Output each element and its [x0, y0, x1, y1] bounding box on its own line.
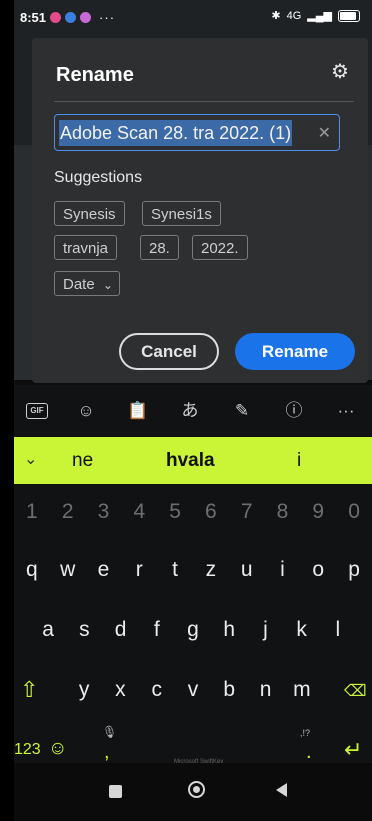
word-suggestion[interactable]: i [297, 450, 301, 472]
back-icon[interactable] [276, 783, 287, 797]
enter-icon[interactable]: ↵ [344, 737, 362, 763]
chevron-down-icon: ⌄ [102, 278, 113, 292]
num-toggle-key[interactable]: 123 [14, 741, 41, 759]
key[interactable]: z [196, 558, 226, 582]
key[interactable]: l [323, 618, 353, 642]
clipboard-icon[interactable]: 📋 [124, 397, 152, 425]
key[interactable]: u [232, 558, 262, 582]
key[interactable]: 1 [17, 500, 47, 524]
navigation-bar [14, 763, 372, 821]
rename-button[interactable]: Rename [235, 333, 355, 370]
period-key[interactable]: . [306, 741, 312, 764]
dialog-title: Rename [56, 64, 134, 86]
suggestions-label: Suggestions [54, 169, 143, 186]
home-icon[interactable] [188, 781, 205, 798]
word-suggestion-main[interactable]: hvala [166, 450, 215, 472]
key[interactable]: d [106, 618, 136, 642]
gif-icon[interactable]: GIF [26, 403, 48, 419]
collapse-icon[interactable]: ⌄ [24, 449, 37, 469]
key[interactable]: 8 [267, 500, 297, 524]
notification-icon-1 [50, 11, 62, 23]
key[interactable]: g [178, 618, 208, 642]
suggestion-chip[interactable]: travnja [54, 235, 118, 260]
keyboard: GIF ☺ 📋 あ ✎ ⓘ ··· ⌄ ne hvala i 1 2 3 4 5… [14, 385, 372, 821]
key[interactable]: r [124, 558, 154, 582]
key[interactable]: c [142, 678, 172, 702]
sticker-icon[interactable]: ☺ [72, 397, 100, 425]
suggestion-chip[interactable]: 2022. [192, 235, 248, 260]
key[interactable]: 5 [160, 500, 190, 524]
key[interactable]: p [339, 558, 369, 582]
key[interactable]: 6 [196, 500, 226, 524]
key[interactable]: 4 [124, 500, 154, 524]
key[interactable]: i [267, 558, 297, 582]
pen-icon[interactable]: ✎ [228, 397, 256, 425]
battery-icon [338, 9, 360, 22]
number-row: 1 2 3 4 5 6 7 8 9 0 [14, 500, 372, 524]
suggestion-chip[interactable]: Synesis [54, 201, 125, 226]
key[interactable]: 3 [88, 500, 118, 524]
shift-icon[interactable]: ⇧ [20, 677, 38, 703]
more-notifications: ··· [99, 9, 116, 25]
key[interactable]: j [250, 618, 280, 642]
keyboard-toolbar: GIF ☺ 📋 あ ✎ ⓘ ··· [14, 385, 372, 437]
status-bar: 8:51 ··· ✱ 4G ▂▄▆ [14, 0, 372, 34]
key[interactable]: t [160, 558, 190, 582]
key[interactable]: o [303, 558, 333, 582]
mic-icon[interactable]: 🎙 [102, 725, 117, 739]
date-dropdown-label: Date [63, 276, 95, 293]
key[interactable]: 7 [232, 500, 262, 524]
date-dropdown[interactable]: Date ⌄ [54, 271, 120, 296]
suggestion-chip[interactable]: Synesi1s [142, 201, 221, 226]
suggestion-chip[interactable]: 28. [140, 235, 179, 260]
key[interactable]: a [33, 618, 63, 642]
key[interactable]: x [105, 678, 135, 702]
more-icon[interactable]: ··· [332, 397, 360, 425]
key[interactable]: h [214, 618, 244, 642]
network-label: 4G [286, 9, 302, 22]
key[interactable]: v [178, 678, 208, 702]
key[interactable]: k [287, 618, 317, 642]
key[interactable]: s [69, 618, 99, 642]
letter-row-3: y x c v b n m [66, 678, 320, 702]
key[interactable]: b [214, 678, 244, 702]
emoji-icon[interactable]: ☺ [48, 738, 67, 760]
rename-dialog: Rename ⚙ Adobe Scan 28. tra 2022. (1) ✕ … [32, 38, 368, 383]
info-icon[interactable]: ⓘ [280, 397, 308, 425]
notification-icon-2 [65, 11, 77, 23]
key[interactable]: w [53, 558, 83, 582]
key[interactable]: q [17, 558, 47, 582]
status-time: 8:51 [20, 9, 47, 25]
key[interactable]: 0 [339, 500, 369, 524]
key[interactable]: y [69, 678, 99, 702]
key[interactable]: m [287, 678, 317, 702]
status-right: ✱ 4G ▂▄▆ [271, 9, 360, 22]
word-suggestion[interactable]: ne [72, 450, 93, 472]
phone-screen: 8:51 ··· ✱ 4G ▂▄▆ Rename ⚙ Adobe Scan 28… [14, 0, 372, 821]
bluetooth-icon: ✱ [271, 10, 281, 22]
key[interactable]: f [142, 618, 172, 642]
divider [54, 101, 354, 102]
comma-key[interactable]: , [104, 741, 110, 764]
gear-icon[interactable]: ⚙ [330, 62, 350, 82]
backspace-icon[interactable]: ⌫ [344, 681, 367, 701]
translate-icon[interactable]: あ [176, 397, 204, 425]
filename-input[interactable]: Adobe Scan 28. tra 2022. (1) ✕ [54, 114, 340, 151]
key[interactable]: 9 [303, 500, 333, 524]
key[interactable]: 2 [53, 500, 83, 524]
notification-icon-3 [80, 11, 92, 23]
clear-icon[interactable]: ✕ [318, 123, 331, 143]
filename-selected-text[interactable]: Adobe Scan 28. tra 2022. (1) [59, 120, 293, 146]
recents-icon[interactable] [109, 785, 122, 798]
letter-row-1: q w e r t z u i o p [14, 558, 372, 582]
key[interactable]: n [251, 678, 281, 702]
letter-row-2: a s d f g h j k l [30, 618, 356, 642]
word-suggestion-bar: ⌄ ne hvala i [14, 437, 372, 484]
key[interactable]: e [88, 558, 118, 582]
punctuation-hint: ,!? [300, 728, 311, 738]
signal-icon: ▂▄▆ [307, 10, 332, 22]
cancel-button[interactable]: Cancel [119, 333, 219, 370]
